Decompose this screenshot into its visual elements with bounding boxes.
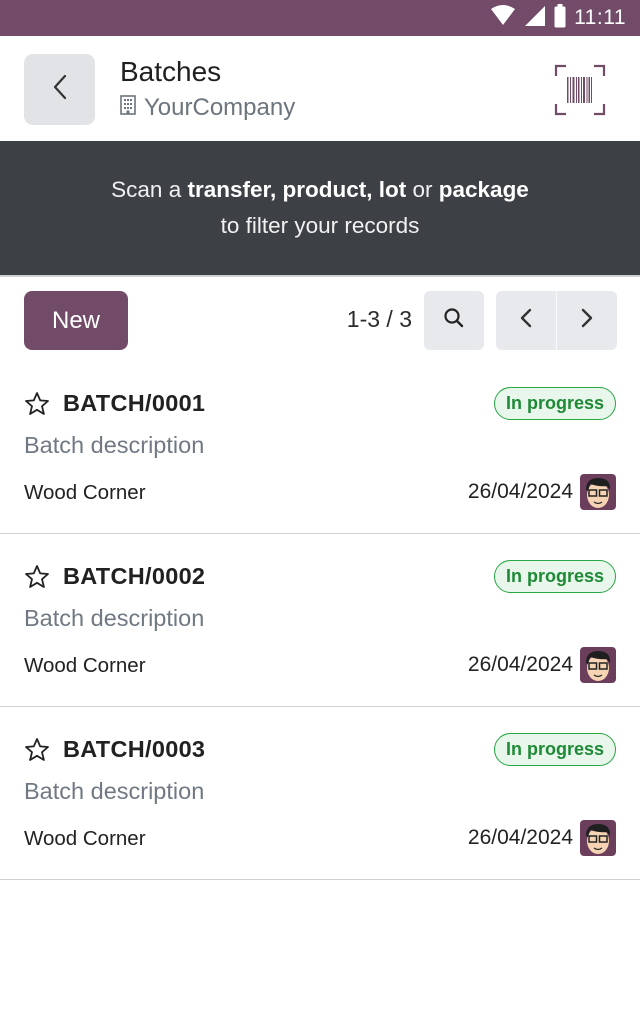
scheduled-date: 26/04/2024 (467, 826, 573, 849)
status-time: 11:11 (574, 6, 626, 29)
batch-name: BATCH/0001 (63, 390, 206, 416)
avatar (580, 474, 616, 510)
batch-name: BATCH/0003 (63, 736, 206, 762)
star-icon[interactable] (24, 564, 50, 595)
new-button[interactable]: New (24, 291, 128, 350)
status-badge: In progress (493, 387, 616, 420)
company-name: YourCompany (120, 94, 295, 122)
page-title: Batches (120, 56, 222, 87)
chevron-right-icon (580, 307, 594, 334)
back-button[interactable] (24, 54, 95, 125)
batch-description: Batch description (24, 778, 205, 804)
star-icon[interactable] (24, 391, 50, 422)
scan-hint-line-2: to filter your records (220, 213, 420, 238)
status-badge: In progress (493, 733, 616, 766)
avatar (580, 820, 616, 856)
batch-list: BATCH/0001 In progress Batch description… (0, 361, 640, 880)
batch-name: BATCH/0002 (63, 563, 206, 589)
batch-description: Batch description (24, 605, 205, 631)
pager-value[interactable]: 1-3 / 3 (347, 306, 412, 333)
wifi-icon (490, 4, 516, 32)
battery-icon (554, 3, 566, 33)
scheduled-date: 26/04/2024 (467, 653, 573, 676)
scheduled-date: 26/04/2024 (467, 480, 573, 503)
list-item[interactable]: BATCH/0003 In progress Batch description… (0, 707, 640, 880)
partner-name: Wood Corner (24, 654, 146, 677)
cellular-signal-icon (524, 5, 546, 32)
star-icon[interactable] (24, 737, 50, 768)
avatar (580, 647, 616, 683)
status-bar: 11:11 (0, 0, 640, 36)
partner-name: Wood Corner (24, 481, 146, 504)
company-label: YourCompany (144, 94, 296, 121)
pager-buttons (496, 291, 617, 350)
chevron-left-icon (51, 73, 69, 106)
barcode-scan-button[interactable] (554, 64, 606, 116)
list-toolbar: New 1-3 / 3 (0, 279, 640, 361)
building-icon (120, 94, 136, 122)
scan-hint-banner: Scan a transfer, product, lot or package… (0, 141, 640, 277)
batch-description: Batch description (24, 432, 205, 458)
pager-previous-button[interactable] (496, 291, 556, 350)
list-item[interactable]: BATCH/0001 In progress Batch description… (0, 361, 640, 534)
scan-hint-line-1: Scan a transfer, product, lot or package (111, 177, 529, 202)
search-icon (443, 307, 465, 334)
pager-next-button[interactable] (556, 291, 617, 350)
app-header: Batches YourCompany (0, 36, 640, 141)
search-button[interactable] (424, 291, 484, 350)
barcode-scanner-icon (554, 64, 606, 120)
partner-name: Wood Corner (24, 827, 146, 850)
chevron-left-icon (519, 307, 533, 334)
status-badge: In progress (493, 560, 616, 593)
list-item[interactable]: BATCH/0002 In progress Batch description… (0, 534, 640, 707)
